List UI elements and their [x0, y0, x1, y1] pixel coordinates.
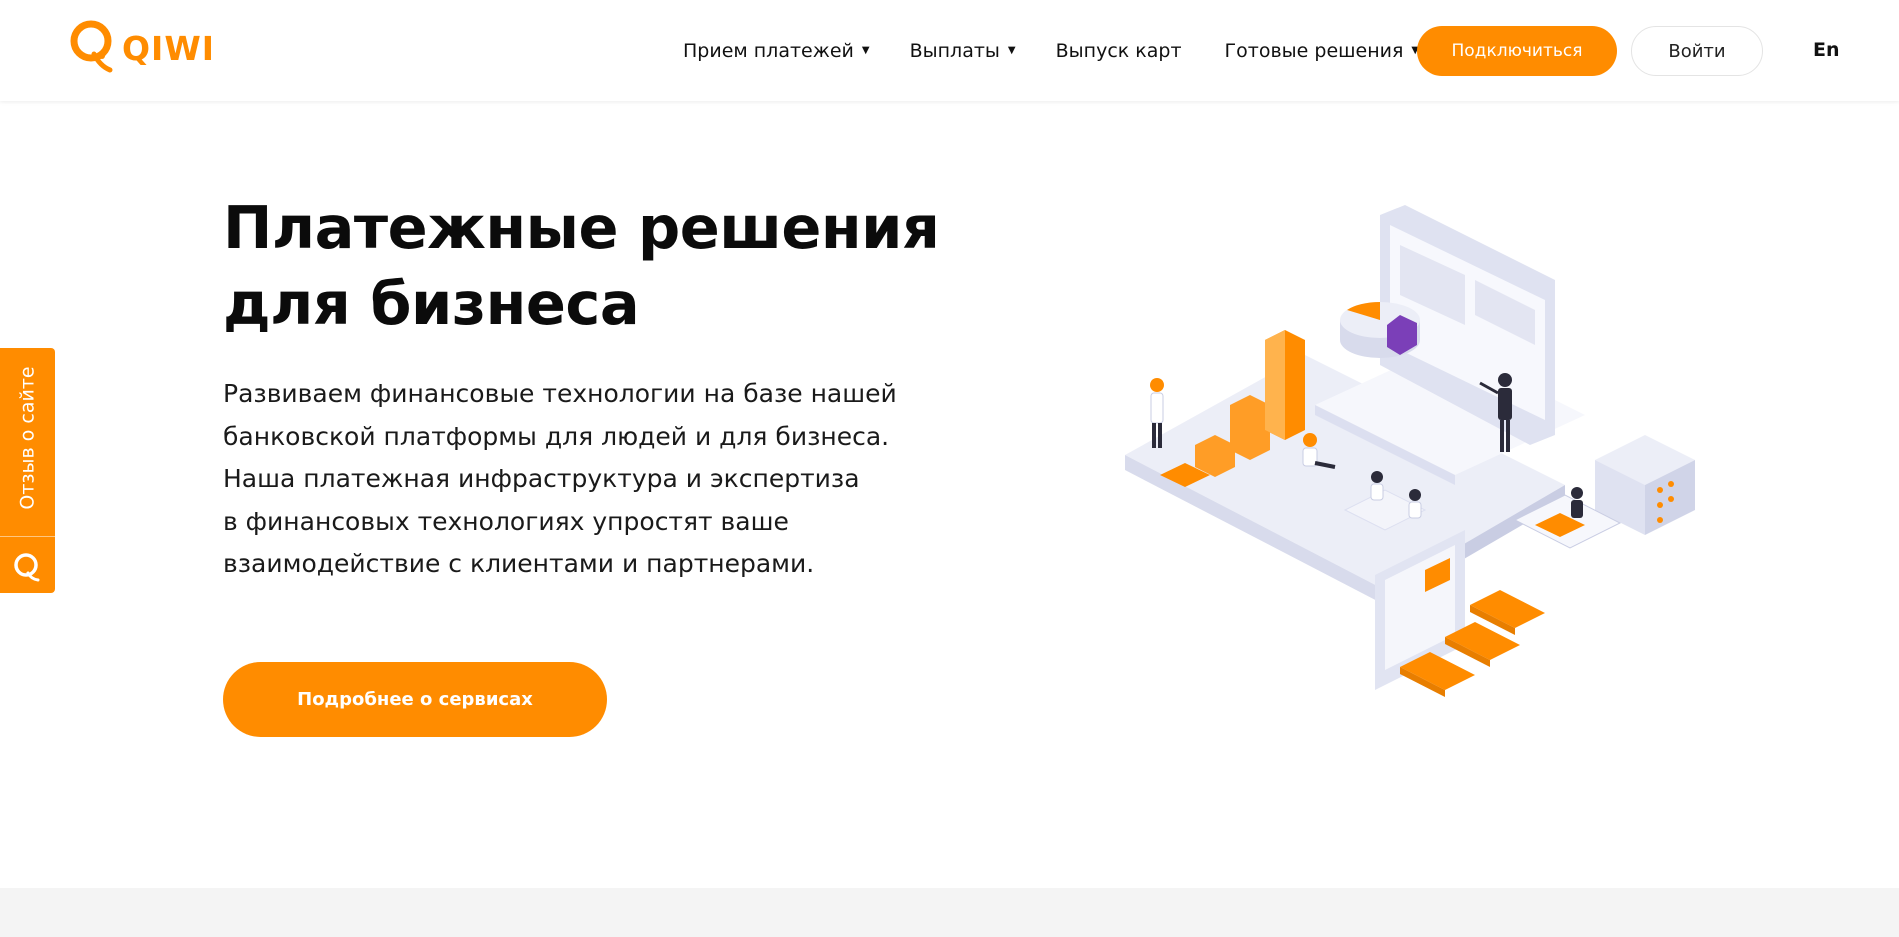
hero-title-line: для бизнеса	[223, 269, 640, 338]
hero-description-line: Развиваем финансовые технологии на базе …	[223, 379, 897, 408]
hero-description-line: банковской платформы для людей и для биз…	[223, 421, 890, 451]
nav-item-payouts[interactable]: Выплаты ▼	[910, 40, 1016, 62]
hero-title-line: Платежные решения	[223, 193, 940, 262]
feedback-tab[interactable]: Отзыв о сайте	[0, 348, 55, 593]
site-header: QIWI Прием платежей ▼ Выплаты ▼ Выпуск к…	[0, 0, 1899, 101]
feedback-label: Отзыв о сайте	[16, 366, 39, 510]
nav-item-solutions[interactable]: Готовые решения ▼	[1225, 40, 1420, 62]
feedback-label-wrap: Отзыв о сайте	[10, 348, 45, 528]
more-services-button[interactable]: Подробнее о сервисах	[223, 662, 607, 737]
language-switch[interactable]: En	[1813, 39, 1840, 61]
qiwi-q-icon	[14, 553, 40, 582]
login-button[interactable]: Войти	[1631, 26, 1763, 76]
nav-item-label: Готовые решения	[1224, 39, 1404, 62]
connect-button[interactable]: Подключиться	[1417, 26, 1617, 76]
hero-title: Платежные решения для бизнеса	[223, 190, 983, 342]
isometric-business-illustration	[1125, 205, 1695, 697]
nav-item-payments[interactable]: Прием платежей ▼	[683, 40, 870, 62]
qiwi-logo[interactable]: QIWI	[70, 20, 215, 76]
logo-text: QIWI	[122, 28, 216, 68]
nav-item-label: Выпуск карт	[1055, 39, 1182, 62]
main-nav: Прием платежей ▼ Выплаты ▼ Выпуск карт Г…	[683, 0, 1459, 101]
hero-description-line: в финансовых технологиях упростят ваше	[223, 506, 789, 536]
nav-item-label: Выплаты	[909, 39, 1000, 62]
nav-item-cards[interactable]: Выпуск карт	[1056, 40, 1182, 62]
feedback-divider	[0, 536, 55, 537]
caret-down-icon: ▼	[861, 45, 870, 56]
nav-item-label: Прием платежей	[683, 39, 854, 62]
hero-description-line: Наша платежная инфраструктура и эксперти…	[223, 464, 860, 493]
hero-description: Развиваем финансовые технологии на базе …	[223, 373, 983, 586]
qiwi-logo-icon	[70, 20, 113, 73]
caret-down-icon: ▼	[1007, 45, 1016, 56]
next-section-band	[0, 888, 1899, 937]
hero-description-line: взаимодействие с клиентами и партнерами.	[223, 549, 815, 578]
